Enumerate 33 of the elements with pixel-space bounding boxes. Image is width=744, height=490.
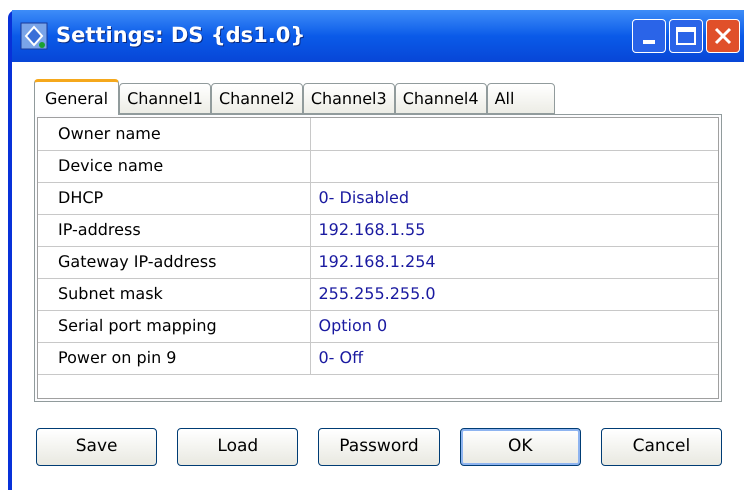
minimize-icon [643, 40, 655, 44]
maximize-button[interactable] [669, 19, 703, 53]
tab[interactable]: Channel1 [119, 83, 211, 114]
minimize-button[interactable] [632, 19, 666, 53]
dialog-button[interactable]: Cancel [600, 428, 722, 466]
tab[interactable]: General [34, 79, 120, 115]
property-value[interactable]: 0- Off [310, 342, 718, 374]
property-name: Power on pin 9 [38, 342, 310, 374]
property-name: Serial port mapping [38, 310, 310, 342]
app-icon [20, 22, 48, 50]
property-name: Owner name [38, 118, 310, 150]
close-icon [713, 26, 733, 46]
tab[interactable]: Channel2 [210, 83, 303, 114]
tab[interactable]: All [486, 83, 556, 114]
property-name: IP-address [38, 214, 310, 246]
property-name: DHCP [38, 182, 310, 214]
property-value[interactable]: 192.168.1.254 [310, 246, 718, 278]
tab[interactable]: Channel4 [394, 83, 487, 114]
dialog-button[interactable]: Load [177, 428, 298, 466]
property-name: Subnet mask [38, 278, 310, 310]
property-name: Device name [38, 150, 310, 182]
dialog-button[interactable]: Save [36, 428, 158, 466]
property-name: Gateway IP-address [38, 246, 310, 278]
property-value[interactable]: 0- Disabled [310, 182, 718, 214]
property-value[interactable]: 192.168.1.55 [310, 214, 718, 246]
property-value[interactable]: Option 0 [310, 310, 718, 342]
close-button[interactable] [706, 19, 740, 53]
property-value[interactable]: 255.255.255.0 [310, 278, 718, 310]
tab[interactable]: Channel3 [302, 83, 395, 114]
maximize-icon [676, 27, 696, 45]
dialog-button[interactable]: OK [460, 428, 581, 466]
window-title: Settings: DS {ds1.0} [56, 22, 306, 50]
dialog-button[interactable]: Password [318, 428, 440, 466]
